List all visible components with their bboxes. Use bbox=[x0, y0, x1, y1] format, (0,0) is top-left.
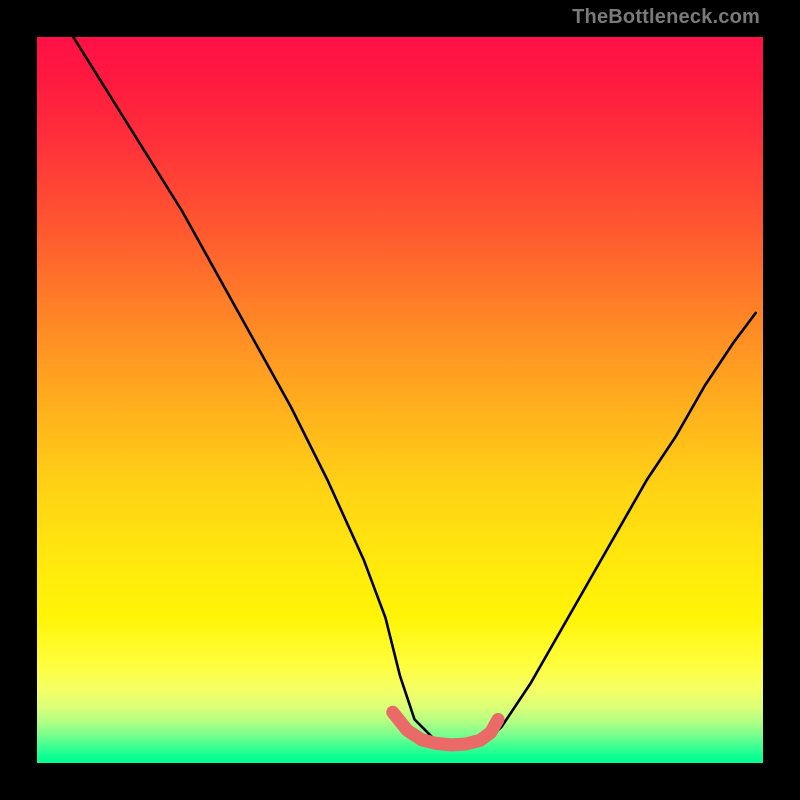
chart-stage: TheBottleneck.com bbox=[0, 0, 800, 800]
optimal-band bbox=[393, 712, 498, 745]
plot-area bbox=[37, 37, 763, 763]
watermark-text: TheBottleneck.com bbox=[572, 6, 760, 29]
curve-layer bbox=[37, 37, 763, 763]
bottleneck-curve bbox=[73, 37, 755, 745]
